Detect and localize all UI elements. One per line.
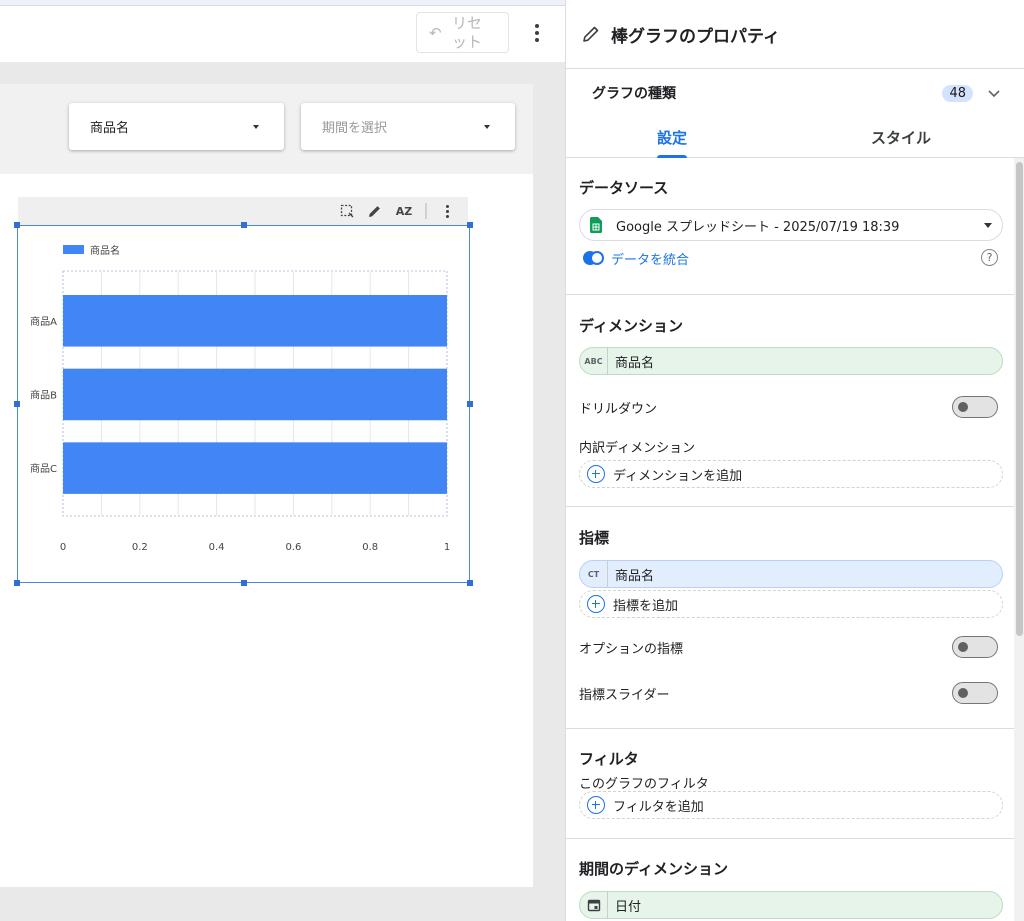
more-options-button[interactable] [526, 18, 548, 48]
date-dimension-chip[interactable]: 日付 [579, 891, 1003, 919]
blend-icon [583, 251, 605, 265]
dropdown-caret-icon [484, 124, 490, 129]
x-tick-label: 1 [444, 542, 450, 553]
help-icon[interactable]: ? [981, 249, 998, 266]
add-dimension-label: ディメンションを追加 [613, 468, 743, 484]
date-range-dropdown[interactable]: 期間を選択 [301, 103, 515, 150]
dimension-chip[interactable]: ABC 商品名 [579, 347, 1003, 375]
properties-panel: 棒グラフのプロパティ グラフの種類 48 設定 スタイル データソース Goog… [565, 0, 1024, 921]
reset-button[interactable]: ↶ リセット [416, 12, 509, 53]
count-type-icon: CT [580, 560, 608, 588]
x-tick-label: 0.2 [132, 542, 148, 553]
add-circle-icon [587, 796, 605, 814]
metric-chip[interactable]: CT 商品名 [579, 560, 1003, 588]
x-tick-label: 0.8 [362, 542, 378, 553]
sort-az-icon[interactable]: AZ [393, 201, 415, 221]
section-divider [566, 728, 1014, 729]
bar [63, 295, 447, 347]
toolbar-divider [425, 203, 427, 219]
blend-data-link[interactable]: データを統合 [583, 249, 690, 268]
more-vert-icon [535, 24, 539, 42]
blend-data-label: データを統合 [611, 252, 690, 268]
dimension-chip-label: 商品名 [615, 355, 655, 371]
resize-handle[interactable] [467, 401, 473, 407]
optional-metrics-label: オプションの指標 [579, 642, 684, 657]
dropdown-caret-icon [253, 124, 259, 129]
filter-title: フィルタ [579, 750, 639, 768]
bar-chart[interactable]: 商品名商品A 商品B 商品C 0 0.2 0.4 0.6 0.8 1 [17, 225, 470, 583]
text-type-icon: ABC [580, 347, 608, 375]
resize-handle[interactable] [467, 580, 473, 586]
tab-style[interactable]: スタイル [856, 117, 946, 158]
breakdown-dimension-label: 内訳ディメンション [579, 441, 696, 456]
select-icon[interactable] [338, 201, 356, 221]
optional-metrics-toggle[interactable] [952, 636, 998, 658]
metric-slider-toggle[interactable] [952, 682, 998, 704]
reset-label: リセット [451, 13, 482, 51]
chart-more-vert-icon[interactable] [438, 201, 456, 221]
resize-handle[interactable] [467, 222, 473, 228]
x-tick-label: 0.4 [209, 542, 225, 553]
y-tick-label: 商品B [30, 388, 57, 401]
chevron-down-icon[interactable] [987, 86, 1001, 100]
metric-chip-label: 商品名 [615, 568, 655, 584]
data-source-select[interactable]: Google スプレッドシート - 2025/07/19 18:39 [579, 209, 1003, 241]
x-tick-label: 0 [60, 542, 66, 553]
data-source-name: Google スプレッドシート - 2025/07/19 18:39 [616, 219, 900, 235]
add-circle-icon [587, 595, 605, 613]
section-divider [566, 506, 1014, 507]
top-strip [0, 0, 565, 6]
legend-swatch [63, 245, 84, 254]
panel-title: 棒グラフのプロパティ [611, 26, 780, 47]
report-header: 商品名 期間を選択 [0, 84, 533, 174]
add-filter-button[interactable]: フィルタを追加 [579, 791, 1003, 819]
resize-handle[interactable] [14, 222, 20, 228]
chart-filter-subtitle: このグラフのフィルタ [579, 777, 709, 792]
drilldown-toggle[interactable] [952, 396, 998, 418]
y-tick-label: 商品C [30, 462, 57, 475]
dropdown-caret-icon [984, 222, 992, 228]
section-divider [566, 838, 1014, 839]
date-dimension-chip-label: 日付 [615, 899, 642, 915]
bar [63, 368, 447, 421]
add-metric-button[interactable]: 指標を追加 [579, 590, 1003, 618]
chart-type-badge: 48 [942, 84, 973, 102]
metric-title: 指標 [579, 529, 610, 547]
calendar-icon [580, 891, 608, 919]
resize-handle[interactable] [14, 580, 20, 586]
drilldown-label: ドリルダウン [579, 402, 658, 417]
legend-label: 商品名 [90, 244, 120, 257]
bar-chart-svg: 商品名商品A 商品B 商品C 0 0.2 0.4 0.6 0.8 1 [30, 244, 450, 553]
date-dimension-title: 期間のディメンション [579, 860, 728, 878]
y-tick-label: 商品A [30, 315, 57, 328]
bar [63, 442, 447, 494]
product-name-filter-dropdown[interactable]: 商品名 [69, 103, 284, 150]
product-name-filter-label: 商品名 [90, 121, 130, 136]
metric-slider-label: 指標スライダー [579, 688, 670, 703]
report-canvas-area: ↶ リセット 商品名 期間を選択 AZ 商品名 商品A 商品B 商品C 0 0.… [0, 0, 565, 921]
resize-handle[interactable] [241, 580, 247, 586]
pencil-icon [583, 26, 599, 42]
section-divider [566, 294, 1014, 295]
resize-handle[interactable] [14, 401, 20, 407]
undo-icon: ↶ [429, 23, 442, 42]
add-dimension-button[interactable]: ディメンションを追加 [579, 460, 1003, 488]
dimension-title: ディメンション [579, 317, 683, 335]
pencil-icon[interactable] [365, 201, 383, 221]
add-filter-label: フィルタを追加 [613, 799, 704, 815]
chart-type-label: グラフの種類 [592, 86, 676, 102]
chart-toolbar: AZ [18, 197, 468, 225]
panel-tabs: 設定 スタイル [566, 117, 1024, 158]
x-tick-label: 0.6 [285, 542, 301, 553]
data-source-title: データソース [579, 179, 669, 197]
add-metric-label: 指標を追加 [613, 598, 679, 614]
chart-type-selector[interactable]: グラフの種類 48 [566, 69, 1024, 117]
resize-handle[interactable] [241, 222, 247, 228]
add-circle-icon [587, 465, 605, 483]
scrollbar-thumb[interactable] [1016, 162, 1023, 636]
panel-header: 棒グラフのプロパティ [566, 0, 1024, 69]
date-range-label: 期間を選択 [322, 121, 388, 136]
google-sheets-icon [590, 217, 602, 233]
tab-settings[interactable]: 設定 [636, 117, 708, 158]
